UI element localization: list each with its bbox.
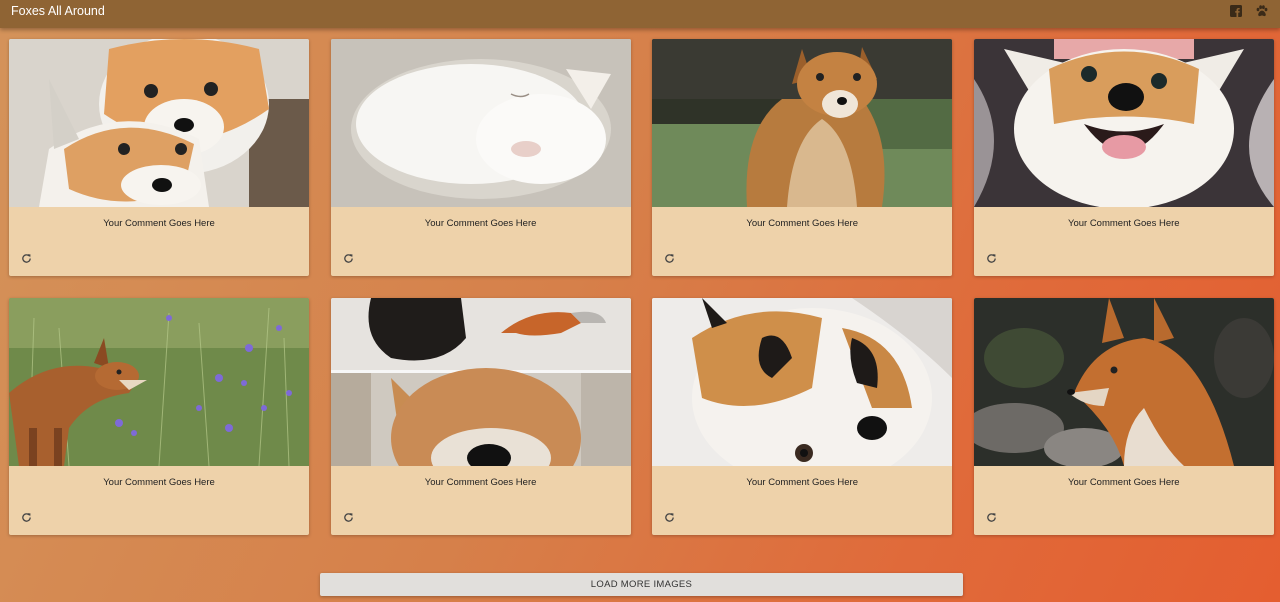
top-app-bar: Foxes All Around <box>0 0 1280 28</box>
image-card: Your Comment Goes Here <box>652 298 953 535</box>
image-card: Your Comment Goes Here <box>330 39 631 276</box>
card-comment: Your Comment Goes Here <box>424 218 537 229</box>
card-comment: Your Comment Goes Here <box>1067 477 1180 488</box>
fox-photo[interactable] <box>973 298 1274 466</box>
card-comment: Your Comment Goes Here <box>1067 218 1180 229</box>
refresh-icon[interactable] <box>986 512 997 523</box>
refresh-icon[interactable] <box>986 253 997 264</box>
facebook-icon[interactable] <box>1229 4 1243 18</box>
fox-photo[interactable] <box>9 298 309 466</box>
card-comment: Your Comment Goes Here <box>103 477 215 488</box>
refresh-icon[interactable] <box>21 253 32 264</box>
fox-photo[interactable] <box>652 298 953 466</box>
refresh-icon[interactable] <box>343 512 354 523</box>
fox-photo[interactable] <box>9 39 309 207</box>
card-comment: Your Comment Goes Here <box>103 218 215 229</box>
card-comment: Your Comment Goes Here <box>424 477 537 488</box>
fox-photo[interactable] <box>330 298 631 466</box>
load-more-button[interactable]: LOAD MORE IMAGES <box>320 573 963 596</box>
app-title: Foxes All Around <box>11 4 105 18</box>
refresh-icon[interactable] <box>21 512 32 523</box>
refresh-icon[interactable] <box>343 253 354 264</box>
fox-photo[interactable] <box>652 39 953 207</box>
fox-photo[interactable] <box>973 39 1274 207</box>
top-icon-group <box>1229 4 1269 18</box>
image-card: Your Comment Goes Here <box>652 39 953 276</box>
fox-photo[interactable] <box>330 39 631 207</box>
image-card: Your Comment Goes Here <box>973 298 1274 535</box>
card-comment: Your Comment Goes Here <box>746 477 858 488</box>
refresh-icon[interactable] <box>664 512 675 523</box>
refresh-icon[interactable] <box>664 253 675 264</box>
image-card: Your Comment Goes Here <box>9 39 309 276</box>
paw-icon[interactable] <box>1255 4 1269 18</box>
image-grid: Your Comment Goes Here Your Comment Goes… <box>9 39 1274 535</box>
image-card: Your Comment Goes Here <box>330 298 631 535</box>
card-comment: Your Comment Goes Here <box>746 218 858 229</box>
image-card: Your Comment Goes Here <box>973 39 1274 276</box>
image-card: Your Comment Goes Here <box>9 298 309 535</box>
